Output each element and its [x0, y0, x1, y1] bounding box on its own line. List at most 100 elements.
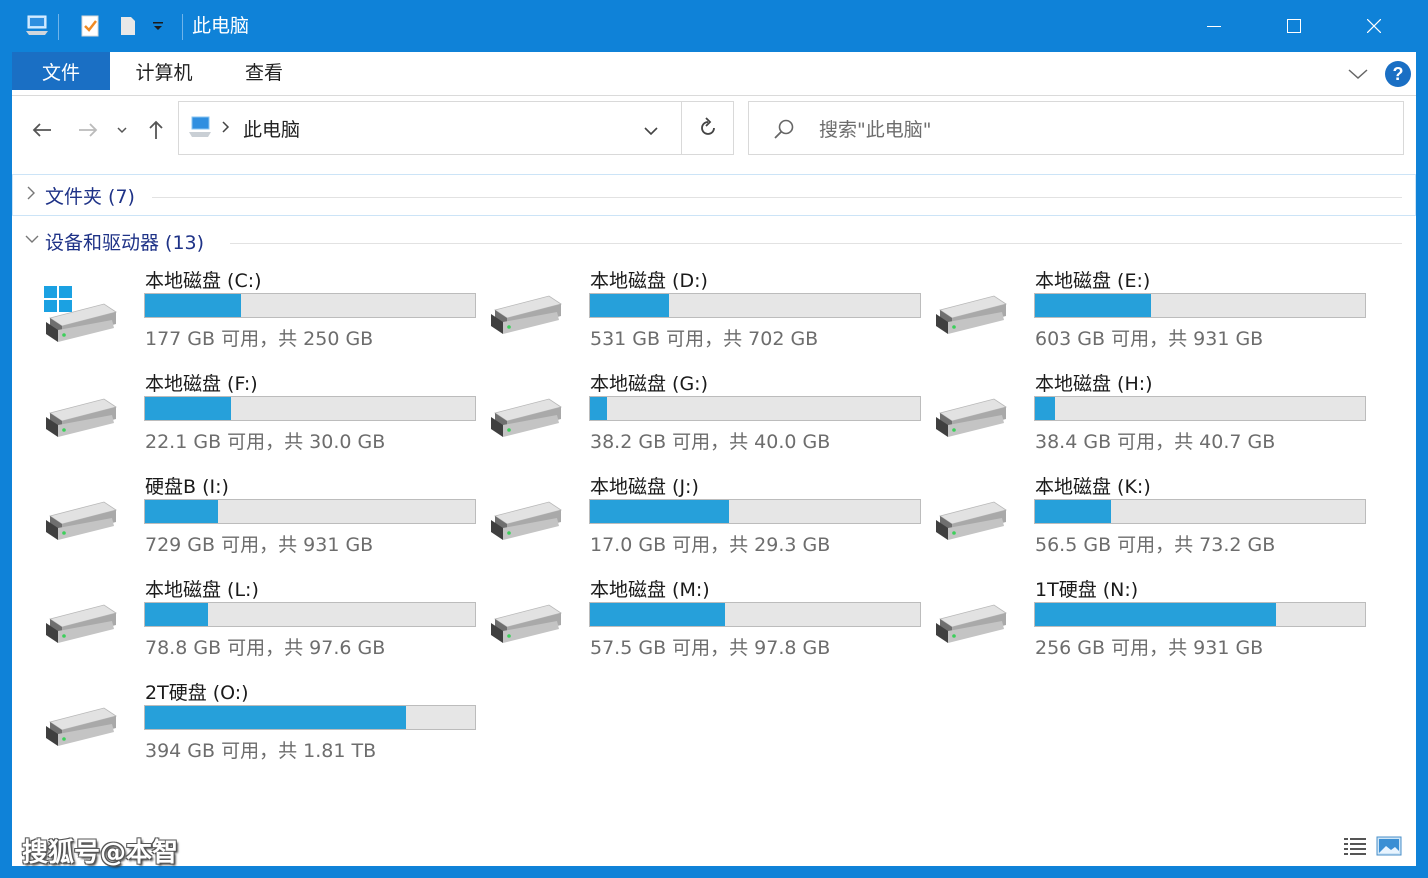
hard-drive-icon: [42, 393, 120, 443]
chevron-right-icon[interactable]: [24, 185, 38, 205]
drive-usage-fill: [145, 397, 231, 420]
drive-tile[interactable]: 本地磁盘 (C:) 177 GB 可用，共 250 GB: [22, 266, 476, 366]
drive-tile[interactable]: 本地磁盘 (L:) 78.8 GB 可用，共 97.6 GB: [22, 575, 476, 675]
drive-tile[interactable]: 本地磁盘 (D:) 531 GB 可用，共 702 GB: [467, 266, 921, 366]
drive-tile[interactable]: 本地磁盘 (F:) 22.1 GB 可用，共 30.0 GB: [22, 369, 476, 469]
status-bar: 搜狐号@本智: [12, 830, 1416, 868]
up-arrow-icon[interactable]: [142, 116, 170, 144]
drive-tile[interactable]: 本地磁盘 (G:) 38.2 GB 可用，共 40.0 GB: [467, 369, 921, 469]
breadcrumb-this-pc[interactable]: 此电脑: [243, 115, 300, 142]
hard-drive-icon: [42, 496, 120, 546]
drive-name: 2T硬盘 (O:): [145, 682, 249, 704]
help-icon[interactable]: ?: [1384, 60, 1412, 88]
hard-drive-icon: [487, 599, 565, 649]
drive-tile[interactable]: 本地磁盘 (H:) 38.4 GB 可用，共 40.7 GB: [912, 369, 1366, 469]
hard-drive-icon: [932, 290, 1010, 340]
large-icons-view-icon[interactable]: [1376, 834, 1402, 858]
drive-name: 硬盘B (I:): [145, 476, 229, 498]
hard-drive-icon: [932, 599, 1010, 649]
hard-drive-icon: [42, 702, 120, 752]
hard-drive-icon: [932, 393, 1010, 443]
drive-name: 1T硬盘 (N:): [1035, 579, 1139, 601]
drive-name: 本地磁盘 (E:): [1035, 270, 1151, 292]
chevron-down-icon[interactable]: [24, 231, 40, 250]
expand-ribbon-icon[interactable]: [1346, 62, 1370, 86]
navigation-bar: 此电脑 搜索"此电脑": [12, 96, 1416, 166]
tab-file[interactable]: 文件: [12, 52, 110, 90]
drive-usage-fill: [145, 500, 218, 523]
drive-usage-bar: [1034, 396, 1366, 421]
drive-space-info: 22.1 GB 可用，共 30.0 GB: [145, 431, 386, 453]
drive-usage-bar: [1034, 499, 1366, 524]
drive-space-info: 38.4 GB 可用，共 40.7 GB: [1035, 431, 1276, 453]
details-view-icon[interactable]: [1342, 834, 1368, 858]
drive-usage-bar: [1034, 602, 1366, 627]
search-icon: [773, 118, 795, 144]
drive-usage-bar: [589, 602, 921, 627]
title-bar: 此电脑: [12, 0, 1416, 52]
drive-usage-fill: [145, 706, 406, 729]
drive-space-info: 78.8 GB 可用，共 97.6 GB: [145, 637, 386, 659]
search-input[interactable]: 搜索"此电脑": [819, 115, 931, 142]
drive-tile[interactable]: 1T硬盘 (N:) 256 GB 可用，共 931 GB: [912, 575, 1366, 675]
tab-view[interactable]: 查看: [228, 52, 300, 90]
drive-tile[interactable]: 本地磁盘 (E:) 603 GB 可用，共 931 GB: [912, 266, 1366, 366]
hard-drive-icon: [487, 393, 565, 443]
drive-name: 本地磁盘 (C:): [145, 270, 262, 292]
drive-usage-fill: [1035, 294, 1151, 317]
drive-space-info: 56.5 GB 可用，共 73.2 GB: [1035, 534, 1276, 556]
drive-tile[interactable]: 硬盘B (I:) 729 GB 可用，共 931 GB: [22, 472, 476, 572]
drive-space-info: 256 GB 可用，共 931 GB: [1035, 637, 1264, 659]
drive-space-info: 38.2 GB 可用，共 40.0 GB: [590, 431, 831, 453]
recent-dropdown-icon[interactable]: [110, 116, 134, 144]
drive-usage-fill: [590, 603, 726, 626]
drive-tile[interactable]: 本地磁盘 (J:) 17.0 GB 可用，共 29.3 GB: [467, 472, 921, 572]
close-button[interactable]: [1334, 0, 1414, 52]
new-folder-icon[interactable]: [114, 12, 142, 40]
drive-space-info: 57.5 GB 可用，共 97.8 GB: [590, 637, 831, 659]
drive-usage-fill: [145, 294, 241, 317]
drive-usage-fill: [590, 397, 607, 420]
customize-dropdown-icon[interactable]: [148, 12, 168, 40]
group-header-devices[interactable]: 设备和驱动器 (13): [12, 222, 1416, 262]
drive-space-info: 394 GB 可用，共 1.81 TB: [145, 740, 377, 762]
drive-name: 本地磁盘 (F:): [145, 373, 258, 395]
hard-drive-icon: [42, 599, 120, 649]
drive-usage-bar: [589, 396, 921, 421]
drive-usage-bar: [589, 499, 921, 524]
drive-space-info: 177 GB 可用，共 250 GB: [145, 328, 374, 350]
drive-tile[interactable]: 本地磁盘 (K:) 56.5 GB 可用，共 73.2 GB: [912, 472, 1366, 572]
drive-usage-bar: [144, 705, 476, 730]
drive-tile[interactable]: 本地磁盘 (M:) 57.5 GB 可用，共 97.8 GB: [467, 575, 921, 675]
drive-usage-fill: [1035, 603, 1276, 626]
address-bar[interactable]: 此电脑: [178, 101, 734, 155]
ribbon: 文件 计算机 查看 ?: [12, 52, 1416, 95]
properties-icon[interactable]: [76, 12, 104, 40]
drive-name: 本地磁盘 (M:): [590, 579, 710, 601]
breadcrumb-chevron-icon[interactable]: [221, 119, 231, 138]
maximize-button[interactable]: [1254, 0, 1334, 52]
group-label-folders: 文件夹 (7): [45, 186, 135, 208]
back-arrow-icon[interactable]: [28, 116, 56, 144]
search-box[interactable]: 搜索"此电脑": [748, 101, 1404, 155]
windows-drive-icon: [42, 286, 120, 348]
drive-usage-bar: [144, 396, 476, 421]
drive-space-info: 17.0 GB 可用，共 29.3 GB: [590, 534, 831, 556]
hard-drive-icon: [487, 496, 565, 546]
forward-arrow-icon[interactable]: [74, 116, 102, 144]
address-history-dropdown-icon[interactable]: [643, 121, 659, 140]
group-header-folders[interactable]: 文件夹 (7): [12, 174, 1416, 216]
drive-name: 本地磁盘 (J:): [590, 476, 699, 498]
drive-usage-bar: [589, 293, 921, 318]
drive-tile[interactable]: 2T硬盘 (O:) 394 GB 可用，共 1.81 TB: [22, 678, 476, 778]
window-title: 此电脑: [192, 15, 250, 37]
minimize-button[interactable]: [1174, 0, 1254, 52]
computer-icon[interactable]: [22, 12, 52, 40]
drive-name: 本地磁盘 (H:): [1035, 373, 1153, 395]
tab-computer[interactable]: 计算机: [120, 52, 208, 90]
drive-usage-bar: [144, 499, 476, 524]
close-icon: [1367, 19, 1381, 33]
drive-space-info: 531 GB 可用，共 702 GB: [590, 328, 819, 350]
drive-name: 本地磁盘 (K:): [1035, 476, 1151, 498]
refresh-icon[interactable]: [697, 117, 719, 143]
